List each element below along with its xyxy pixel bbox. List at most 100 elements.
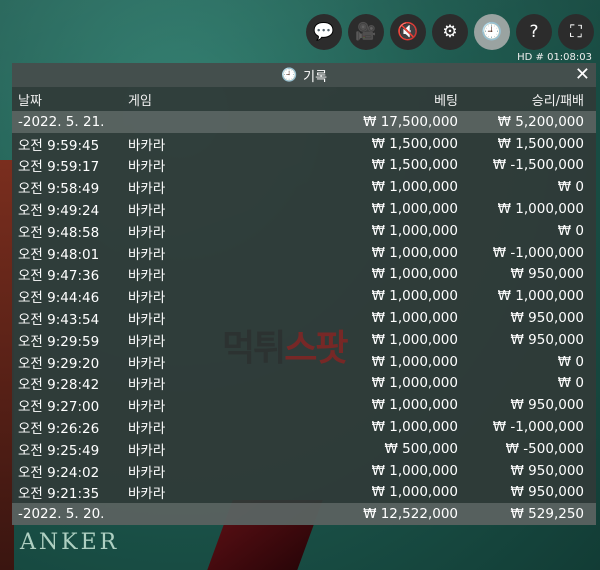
cell-bet: ₩ 1,000,000 <box>371 462 458 479</box>
cell-win: ₩ 0 <box>557 375 584 392</box>
cell-date: 오전 9:59:45 <box>18 137 100 154</box>
cell-win: ₩ 1,500,000 <box>497 135 584 152</box>
table-row[interactable]: 오전 9:48:01 바카라 ₩ 1,000,000 ₩ -1,000,000 <box>12 242 596 264</box>
col-game: 게임 <box>128 93 152 109</box>
summary-row-top[interactable]: -2022. 5. 21. ₩ 17,500,000 ₩ 5,200,000 <box>12 111 596 133</box>
cell-game: 바카라 <box>128 203 166 220</box>
chat-icon[interactable]: 💬 <box>306 14 342 50</box>
cell-game: 바카라 <box>128 421 166 438</box>
cell-win: ₩ 950,000 <box>510 331 584 348</box>
cell-date: 오전 9:43:54 <box>18 312 100 329</box>
cell-bet: ₩ 1,500,000 <box>371 157 458 174</box>
close-icon[interactable]: ✕ <box>575 64 590 85</box>
watermark-logo: 먹튀스팟 <box>222 328 349 369</box>
cell-game: 바카라 <box>128 399 166 416</box>
cell-game: 바카라 <box>128 464 166 481</box>
table-row[interactable]: 오전 9:44:46 바카라 ₩ 1,000,000 ₩ 1,000,000 <box>12 285 596 307</box>
cell-win: ₩ 0 <box>557 179 584 196</box>
col-bet: 베팅 <box>434 93 458 109</box>
summary-win: ₩ 5,200,000 <box>497 113 584 130</box>
cell-bet: ₩ 1,000,000 <box>371 375 458 392</box>
history-panel: 🕘 기록 ✕ 날짜 게임 베팅 승리/패배 -2022. 5. 21. ₩ 17… <box>12 63 596 526</box>
cell-win: ₩ -1,000,000 <box>492 419 584 436</box>
summary-win: ₩ 529,250 <box>510 506 584 523</box>
cell-bet: ₩ 1,000,000 <box>371 397 458 414</box>
cell-bet: ₩ 1,000,000 <box>371 179 458 196</box>
cell-bet: ₩ 1,000,000 <box>371 288 458 305</box>
cell-win: ₩ 950,000 <box>510 310 584 327</box>
banker-label: ANKER <box>20 530 120 555</box>
table-row[interactable]: 오전 9:58:49 바카라 ₩ 1,000,000 ₩ 0 <box>12 176 596 198</box>
cell-win: ₩ 950,000 <box>510 484 584 501</box>
table-row[interactable]: 오전 9:49:24 바카라 ₩ 1,000,000 ₩ 1,000,000 <box>12 198 596 220</box>
table-row[interactable]: 오전 9:48:58 바카라 ₩ 1,000,000 ₩ 0 <box>12 220 596 242</box>
cell-game: 바카라 <box>128 268 166 285</box>
cell-win: ₩ -1,000,000 <box>492 244 584 261</box>
cell-win: ₩ 950,000 <box>510 266 584 283</box>
cell-game: 바카라 <box>128 377 166 394</box>
top-controls: 💬 🎥 🔇 ⚙ 🕘 ? ⛶ <box>306 14 594 50</box>
cell-win: ₩ 950,000 <box>510 397 584 414</box>
table-row[interactable]: 오전 9:47:36 바카라 ₩ 1,000,000 ₩ 950,000 <box>12 264 596 286</box>
table-row[interactable]: 오전 9:24:02 바카라 ₩ 1,000,000 ₩ 950,000 <box>12 460 596 482</box>
cell-game: 바카라 <box>128 224 166 241</box>
cell-date: 오전 9:28:42 <box>18 377 100 394</box>
cell-bet: ₩ 1,000,000 <box>371 419 458 436</box>
cell-date: 오전 9:48:01 <box>18 246 100 263</box>
stream-info: HD # 01:08:03 <box>517 52 592 63</box>
table-row[interactable]: 오전 9:28:42 바카라 ₩ 1,000,000 ₩ 0 <box>12 373 596 395</box>
cell-bet: ₩ 1,000,000 <box>371 266 458 283</box>
table-row[interactable]: 오전 9:25:49 바카라 ₩ 500,000 ₩ -500,000 <box>12 438 596 460</box>
cell-date: 오전 9:59:17 <box>18 159 100 176</box>
cell-date: 오전 9:24:02 <box>18 464 100 481</box>
cell-bet: ₩ 1,500,000 <box>371 135 458 152</box>
cell-game: 바카라 <box>128 442 166 459</box>
mute-icon[interactable]: 🔇 <box>390 14 426 50</box>
table-row[interactable]: 오전 9:27:00 바카라 ₩ 1,000,000 ₩ 950,000 <box>12 394 596 416</box>
table-row[interactable]: 오전 9:59:45 바카라 ₩ 1,500,000 ₩ 1,500,000 <box>12 133 596 155</box>
cell-date: 오전 9:48:58 <box>18 224 100 241</box>
help-icon[interactable]: ? <box>516 14 552 50</box>
history-icon[interactable]: 🕘 <box>474 14 510 50</box>
summary-bet: ₩ 12,522,000 <box>363 506 458 523</box>
table-row[interactable]: 오전 9:26:26 바카라 ₩ 1,000,000 ₩ -1,000,000 <box>12 416 596 438</box>
cell-bet: ₩ 500,000 <box>384 440 458 457</box>
cell-win: ₩ -1,500,000 <box>492 157 584 174</box>
column-headers: 날짜 게임 베팅 승리/패배 <box>12 87 596 111</box>
clock-icon: 🕘 <box>280 67 298 83</box>
cell-game: 바카라 <box>128 290 166 307</box>
video-icon[interactable]: 🎥 <box>348 14 384 50</box>
cell-bet: ₩ 1,000,000 <box>371 201 458 218</box>
cell-bet: ₩ 1,000,000 <box>371 244 458 261</box>
col-win: 승리/패배 <box>531 93 584 109</box>
cell-date: 오전 9:47:36 <box>18 268 100 285</box>
cell-game: 바카라 <box>128 159 166 176</box>
cell-game: 바카라 <box>128 486 166 503</box>
cell-win: ₩ 1,000,000 <box>497 288 584 305</box>
cell-date: 오전 9:26:26 <box>18 421 100 438</box>
cell-bet: ₩ 1,000,000 <box>371 222 458 239</box>
fullscreen-icon[interactable]: ⛶ <box>558 14 594 50</box>
cell-win: ₩ 0 <box>557 222 584 239</box>
summary-row-bottom[interactable]: -2022. 5. 20. ₩ 12,522,000 ₩ 529,250 <box>12 503 596 526</box>
table-row[interactable]: 오전 9:21:35 바카라 ₩ 1,000,000 ₩ 950,000 <box>12 482 596 504</box>
cell-win: ₩ 1,000,000 <box>497 201 584 218</box>
gear-icon[interactable]: ⚙ <box>432 14 468 50</box>
summary-date: -2022. 5. 21. <box>18 113 105 130</box>
cell-win: ₩ 950,000 <box>510 462 584 479</box>
cell-date: 오전 9:29:59 <box>18 333 100 350</box>
summary-date: -2022. 5. 20. <box>18 506 105 523</box>
cell-win: ₩ -500,000 <box>505 440 584 457</box>
panel-header: 🕘 기록 ✕ <box>12 63 596 87</box>
cell-date: 오전 9:29:20 <box>18 355 100 372</box>
cell-date: 오전 9:27:00 <box>18 399 100 416</box>
cell-date: 오전 9:25:49 <box>18 442 100 459</box>
cell-date: 오전 9:58:49 <box>18 181 100 198</box>
cell-game: 바카라 <box>128 137 166 154</box>
table-row[interactable]: 오전 9:59:17 바카라 ₩ 1,500,000 ₩ -1,500,000 <box>12 155 596 177</box>
cell-date: 오전 9:49:24 <box>18 203 100 220</box>
cell-game: 바카라 <box>128 181 166 198</box>
cell-game: 바카라 <box>128 246 166 263</box>
cell-date: 오전 9:44:46 <box>18 290 100 307</box>
cell-date: 오전 9:21:35 <box>18 486 100 503</box>
